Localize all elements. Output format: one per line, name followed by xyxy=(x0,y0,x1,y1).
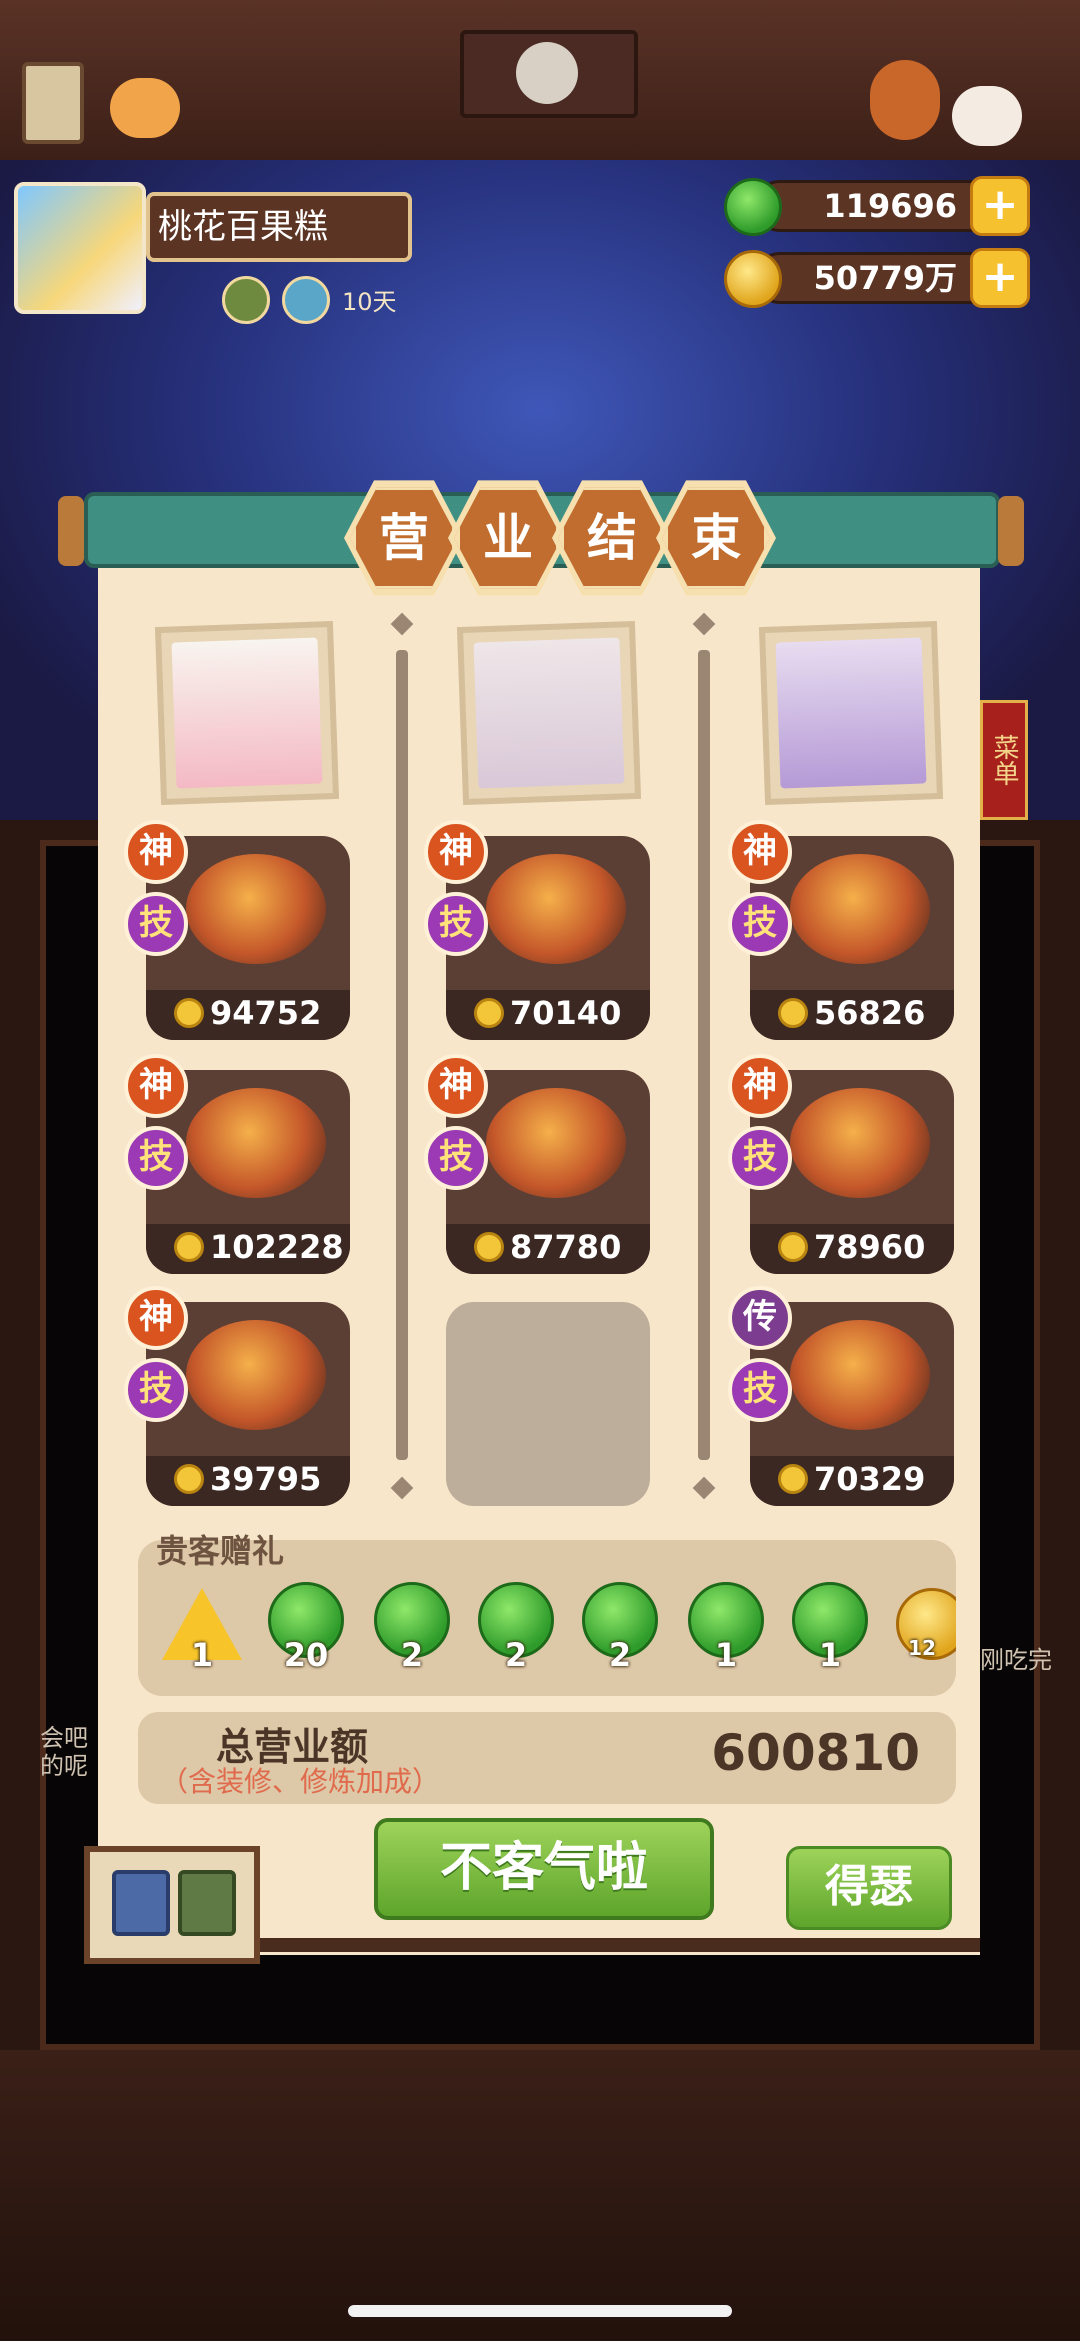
skill-badge: 技 xyxy=(124,1358,188,1422)
grade-badge: 神 xyxy=(728,820,792,884)
grade-badge: 传 xyxy=(728,1286,792,1350)
skill-badge: 技 xyxy=(424,1126,488,1190)
grade-badge: 神 xyxy=(424,820,488,884)
home-indicator[interactable] xyxy=(348,2305,732,2317)
coin-icon xyxy=(474,1232,504,1262)
bg-speech-left-2: 的呢 xyxy=(40,1752,88,1780)
dish-revenue: 102228 xyxy=(210,1228,344,1266)
dish-revenue: 56826 xyxy=(814,994,926,1032)
jade-gift[interactable]: 1 xyxy=(790,1582,870,1674)
hanging-scroll-icon[interactable] xyxy=(460,30,638,118)
guest-portrait-cat-girl[interactable] xyxy=(456,620,642,806)
dish-food-icon xyxy=(790,1088,930,1198)
add-jade-button[interactable]: + xyxy=(970,176,1030,236)
jade-gift[interactable]: 2 xyxy=(476,1582,556,1674)
banner-char-4: 束 xyxy=(662,487,770,589)
gift-count: 2 xyxy=(400,1636,424,1674)
banner-right-end xyxy=(998,496,1024,566)
player-name: 桃花百果糕 xyxy=(146,192,412,262)
gift-count: 12 xyxy=(908,1636,936,1660)
gift-count: 20 xyxy=(283,1636,329,1674)
empty-dish-slot xyxy=(446,1302,650,1506)
skill-badge: 技 xyxy=(728,1126,792,1190)
gift-count: 1 xyxy=(714,1636,738,1674)
column-divider-2 xyxy=(698,650,710,1460)
guest-portrait-hello-kitty[interactable] xyxy=(154,620,340,806)
jade-gift[interactable]: 1 xyxy=(686,1582,766,1674)
coin-icon xyxy=(174,998,204,1028)
dish-revenue: 39795 xyxy=(210,1460,322,1498)
white-cat-icon xyxy=(952,86,1022,146)
jade-gift[interactable]: 2 xyxy=(580,1582,660,1674)
grade-badge: 神 xyxy=(124,820,188,884)
coin-icon xyxy=(174,1232,204,1262)
coin-icon xyxy=(724,250,782,308)
coin-icon xyxy=(778,1464,808,1494)
banner-char-3: 结 xyxy=(558,487,666,589)
dish-revenue: 78960 xyxy=(814,1228,926,1266)
show-off-button[interactable]: 得瑟 xyxy=(786,1846,952,1930)
dish-food-icon xyxy=(186,854,326,964)
dish-revenue: 70140 xyxy=(510,994,622,1032)
bottom-wood-band xyxy=(0,2050,1080,2341)
grade-badge: 神 xyxy=(728,1054,792,1118)
chef-character-icon xyxy=(870,60,940,140)
dish-food-icon xyxy=(790,854,930,964)
total-revenue-value: 600810 xyxy=(711,1724,920,1782)
skill-badge: 技 xyxy=(124,1126,188,1190)
glasses-character-icon xyxy=(516,42,578,104)
dish-food-icon xyxy=(486,1088,626,1198)
banner-char-2: 业 xyxy=(454,487,562,589)
paw-sign-icon[interactable] xyxy=(22,62,84,144)
skill-badge: 技 xyxy=(728,892,792,956)
accept-button[interactable]: 不客气啦 xyxy=(374,1818,714,1920)
gift-count: 2 xyxy=(504,1636,528,1674)
dish-food-icon xyxy=(486,854,626,964)
coin-gift[interactable]: 12 xyxy=(894,1582,956,1662)
character-badge-icon[interactable] xyxy=(222,276,270,324)
jade-icon xyxy=(724,178,782,236)
menu-sign: 菜单 xyxy=(980,700,1028,820)
coin-icon xyxy=(778,998,808,1028)
camera-icon[interactable] xyxy=(112,1870,170,1936)
jade-gift[interactable]: 2 xyxy=(372,1582,452,1674)
coin-icon xyxy=(778,1232,808,1262)
star-gift[interactable]: 1 xyxy=(162,1588,242,1674)
coin-icon xyxy=(174,1464,204,1494)
banner-char-1: 营 xyxy=(350,487,458,589)
sushi-badge-icon[interactable] xyxy=(282,276,330,324)
player-avatar[interactable] xyxy=(14,182,146,314)
gift-count: 2 xyxy=(608,1636,632,1674)
coin-icon xyxy=(474,998,504,1028)
grade-badge: 神 xyxy=(124,1286,188,1350)
dish-revenue: 87780 xyxy=(510,1228,622,1266)
gifts-title: 贵客赠礼 xyxy=(156,1532,285,1570)
dish-food-icon xyxy=(790,1320,930,1430)
skill-badge: 技 xyxy=(124,892,188,956)
share-tools xyxy=(84,1846,260,1964)
dish-revenue: 94752 xyxy=(210,994,322,1032)
add-coins-button[interactable]: + xyxy=(970,248,1030,308)
orange-cat-icon xyxy=(110,78,180,138)
bg-speech-right: 刚吃完 xyxy=(980,1646,1052,1674)
grade-badge: 神 xyxy=(424,1054,488,1118)
jade-gift[interactable]: 20 xyxy=(266,1582,346,1674)
gift-count: 1 xyxy=(818,1636,842,1674)
banner-left-end xyxy=(58,496,84,566)
dish-revenue: 70329 xyxy=(814,1460,926,1498)
gift-count: 1 xyxy=(190,1636,214,1674)
days-counter: 10天 xyxy=(342,288,397,316)
dish-food-icon xyxy=(186,1088,326,1198)
dish-food-icon xyxy=(186,1320,326,1430)
column-divider-1 xyxy=(396,650,408,1460)
total-revenue-note: （含装修、修炼加成） xyxy=(160,1765,441,1798)
skill-badge: 技 xyxy=(728,1358,792,1422)
grade-badge: 神 xyxy=(124,1054,188,1118)
skill-badge: 技 xyxy=(424,892,488,956)
guest-portrait-kuromi[interactable] xyxy=(758,620,944,806)
album-icon[interactable] xyxy=(178,1870,236,1936)
